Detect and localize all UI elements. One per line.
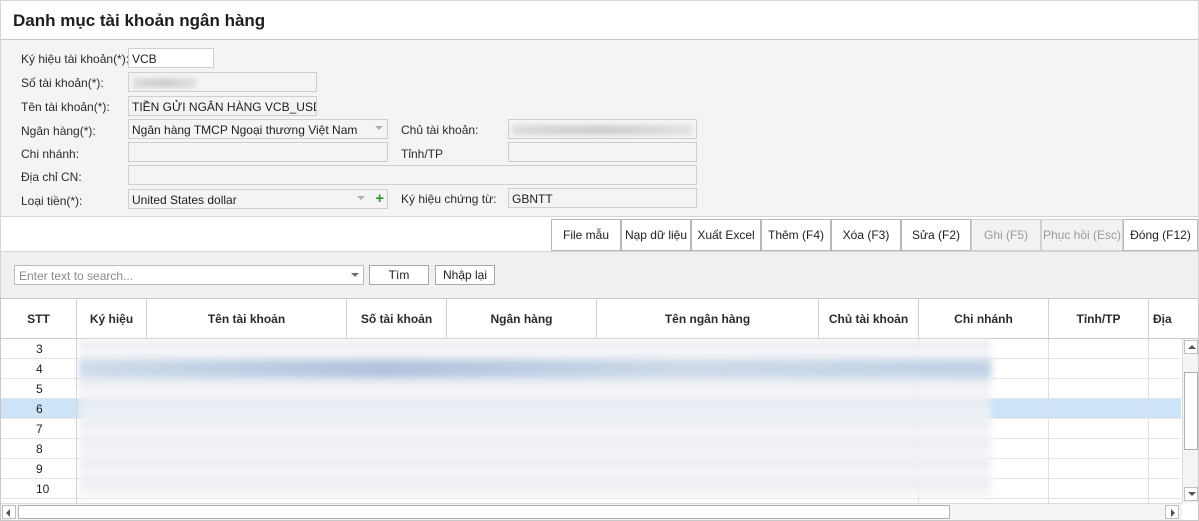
chevron-down-icon [1188,492,1196,496]
column-header[interactable]: Ký hiệu [77,299,147,339]
loai-tien-select[interactable]: United States dollar + [128,189,388,209]
label-ky-hieu-tk: Ký hiệu tài khoản(*): [21,52,130,66]
title-bar: Danh mục tài khoản ngân hàng [0,0,1199,40]
column-divider [1148,339,1149,503]
add-icon[interactable]: + [375,190,384,208]
column-header[interactable]: Ngân hàng [447,299,597,339]
restore-button[interactable]: Phục hồi (Esc) [1041,219,1123,251]
xuat-excel-button[interactable]: Xuất Excel [691,219,761,251]
redacted-value [512,125,692,135]
reset-button[interactable]: Nhập lại [435,265,495,285]
cell-stt: 7 [1,419,77,439]
cell-stt: 3 [1,339,77,359]
label-ky-hieu-ct: Ký hiệu chứng từ: [401,192,497,206]
ngan-hang-select[interactable]: Ngân hàng TMCP Ngoại thương Việt Nam [128,119,388,139]
dia-chi-cn-field[interactable] [128,165,697,185]
label-ngan-hang: Ngân hàng(*): [21,124,96,138]
label-tinh-tp: Tỉnh/TP [401,147,444,161]
column-header[interactable]: Chi nhánh [919,299,1049,339]
label-dia-chi-cn: Địa chỉ CN: [21,170,82,184]
cell-stt: 8 [1,439,77,459]
chevron-right-icon [1171,509,1175,517]
cell-stt: 10 [1,479,77,499]
loai-tien-value: United States dollar [132,193,237,207]
toolbar: File mẫu Nạp dữ liệu Xuất Excel Thêm (F4… [0,216,1199,252]
column-divider [1048,339,1049,503]
chevron-down-icon[interactable] [375,126,383,130]
column-header[interactable]: Địa [1149,299,1198,339]
chevron-left-icon [6,509,10,517]
horizontal-scrollbar[interactable] [1,503,1182,520]
nap-du-lieu-button[interactable]: Nạp dữ liệu [621,219,691,251]
cell-stt: 4 [1,359,77,379]
ky-hieu-ct-field[interactable]: GBNTT [508,188,697,208]
delete-button[interactable]: Xóa (F3) [831,219,901,251]
cell-stt: 6 [1,399,77,419]
edit-button[interactable]: Sửa (F2) [901,219,971,251]
column-header[interactable]: Tên tài khoản [147,299,347,339]
search-input[interactable]: Enter text to search... [14,265,364,285]
ngan-hang-value: Ngân hàng TMCP Ngoại thương Việt Nam [132,123,358,137]
ten-tk-field[interactable]: TIỀN GỬI NGÂN HÀNG VCB_USD [128,96,317,116]
close-button[interactable]: Đóng (F12) [1123,219,1198,251]
find-button[interactable]: Tìm [369,265,429,285]
redacted-selected-content [79,360,991,378]
add-button[interactable]: Thêm (F4) [761,219,831,251]
tinh-tp-field[interactable] [508,142,697,162]
table-header: STT Ký hiệu Tên tài khoản Số tài khoản N… [1,299,1198,339]
column-header[interactable]: Tên ngân hàng [597,299,819,339]
label-chu-tk: Chủ tài khoản: [401,123,479,137]
chevron-down-icon[interactable] [357,196,365,200]
label-chi-nhanh: Chi nhánh: [21,147,80,161]
scroll-thumb[interactable] [1184,372,1198,450]
chevron-down-icon[interactable] [351,273,359,277]
scroll-up-button[interactable] [1184,340,1198,354]
column-header[interactable]: Tỉnh/TP [1049,299,1149,339]
scroll-down-button[interactable] [1184,487,1198,501]
column-header[interactable]: Chủ tài khoản [819,299,919,339]
account-form: Ký hiệu tài khoản(*): VCB Số tài khoản(*… [0,40,1199,216]
label-ten-tk: Tên tài khoản(*): [21,100,110,114]
label-loai-tien: Loại tiền(*): [21,194,83,208]
page-title: Danh mục tài khoản ngân hàng [13,11,266,30]
chevron-up-icon [1188,345,1196,349]
chi-nhanh-field[interactable] [128,142,388,162]
save-button[interactable]: Ghi (F5) [971,219,1041,251]
redacted-value [133,78,197,88]
vertical-scrollbar[interactable] [1182,339,1198,503]
scroll-left-button[interactable] [2,505,16,519]
cell-stt: 5 [1,379,77,399]
ky-hieu-tk-field[interactable]: VCB [128,48,214,68]
scroll-thumb[interactable] [18,505,950,519]
column-header[interactable]: STT [1,299,77,339]
search-bar: Enter text to search... Tìm Nhập lại [0,252,1199,298]
so-tk-field[interactable] [128,72,317,92]
chu-tk-field[interactable] [508,119,697,139]
label-so-tk: Số tài khoản(*): [21,76,104,90]
cell-stt: 9 [1,459,77,479]
file-mau-button[interactable]: File mẫu [551,219,621,251]
column-header[interactable]: Số tài khoản [347,299,447,339]
search-placeholder: Enter text to search... [19,269,134,283]
accounts-table: STT Ký hiệu Tên tài khoản Số tài khoản N… [0,298,1199,521]
scroll-right-button[interactable] [1165,505,1179,519]
